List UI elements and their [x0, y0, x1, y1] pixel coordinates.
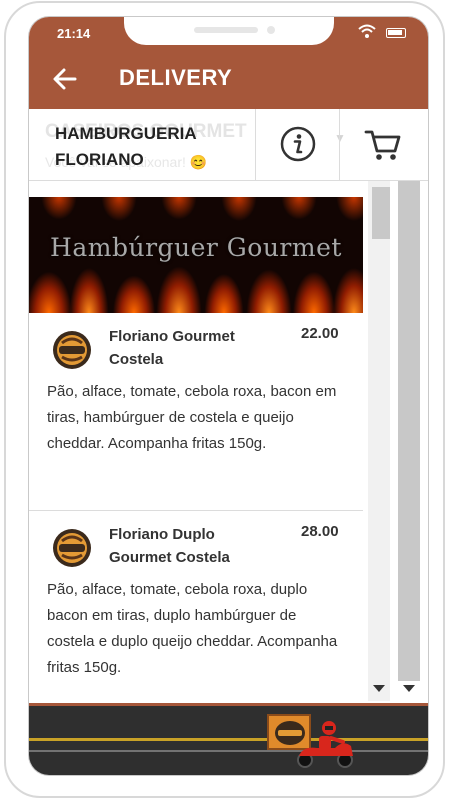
phone-frame: 21:14 DELIVERY CASEIROS GOURMET Você vai…	[4, 1, 445, 798]
road-line	[29, 750, 428, 752]
store-header: CASEIROS GOURMET Você vai se apaixonar! …	[29, 109, 428, 181]
product-list: Hambúrguer Gourmet Floriano Gourmet Cost…	[29, 197, 363, 703]
scrollbar-track-secondary[interactable]	[398, 181, 420, 681]
product-price: 22.00	[301, 325, 339, 342]
product-price: 28.00	[301, 523, 339, 540]
wifi-icon	[358, 24, 376, 38]
store-name[interactable]: HAMBURGUERIA FLORIANO	[55, 121, 197, 173]
speaker-grille	[194, 27, 258, 33]
road-line	[29, 738, 428, 741]
burger-logo-icon	[53, 529, 91, 567]
product-name: Floriano Gourmet Costela	[109, 328, 235, 368]
cart-button[interactable]	[340, 109, 428, 181]
list-scrollbar[interactable]	[366, 181, 428, 701]
info-icon	[280, 126, 316, 162]
app-bar: DELIVERY	[29, 49, 428, 109]
camera-dot	[267, 26, 275, 34]
cart-icon	[364, 130, 401, 160]
page-title: DELIVERY	[119, 65, 233, 90]
banner-title: Hambúrguer Gourmet	[50, 233, 342, 262]
delivery-footer-banner	[29, 703, 428, 775]
store-name-line2: FLORIANO	[55, 150, 144, 169]
product-item[interactable]: Floriano Gourmet Costela 22.00 Pão, alfa…	[29, 313, 363, 511]
delivery-scooter-icon	[297, 721, 353, 768]
scroll-down-arrow-icon[interactable]	[373, 685, 385, 692]
status-bar: 21:14	[29, 17, 428, 49]
info-button[interactable]	[255, 109, 340, 181]
product-description: Pão, alface, tomate, cebola roxa, bacon …	[47, 383, 337, 452]
store-name-line1: HAMBURGUERIA	[55, 124, 197, 143]
scrollbar-thumb[interactable]	[372, 187, 390, 239]
category-banner: Hambúrguer Gourmet	[29, 197, 363, 313]
arrow-left-icon[interactable]	[51, 65, 79, 93]
status-time: 21:14	[57, 26, 91, 41]
burger-logo-icon	[53, 331, 91, 369]
scroll-down-arrow-icon[interactable]	[403, 685, 415, 692]
phone-notch	[124, 17, 334, 45]
product-item[interactable]: Floriano Duplo Gourmet Costela 28.00 Pão…	[29, 511, 363, 703]
product-name: Floriano Duplo Gourmet Costela	[109, 526, 230, 566]
scrollbar-track[interactable]	[368, 181, 390, 701]
app-screen: 21:14 DELIVERY CASEIROS GOURMET Você vai…	[29, 17, 428, 775]
battery-icon	[386, 28, 406, 38]
product-description: Pão, alface, tomate, cebola roxa, duplo …	[47, 581, 338, 676]
